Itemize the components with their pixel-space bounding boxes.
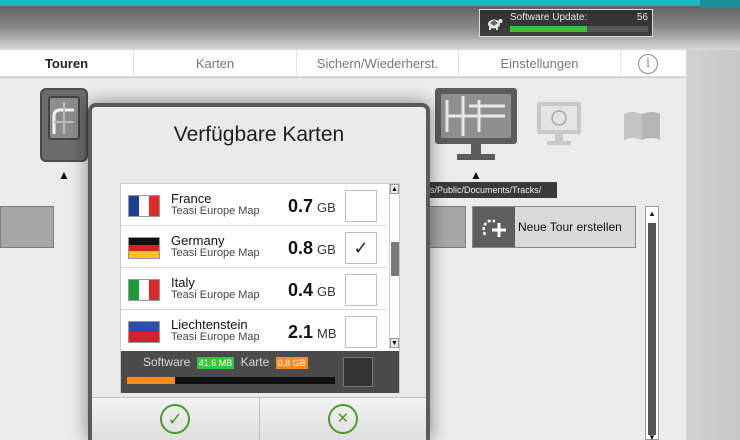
- map-list-scrollbar[interactable]: ▲ ▼: [389, 184, 399, 349]
- update-percent: 56: [636, 12, 648, 23]
- close-icon: ✕: [327, 404, 358, 434]
- info-icon: i: [638, 53, 658, 74]
- storage-indicator-box: [343, 357, 373, 387]
- map-list: France Teasi Europe Map 0.7 GB Germany T…: [120, 183, 400, 393]
- map-checkbox-germany[interactable]: ✓: [345, 232, 377, 264]
- map-size-unit: GB: [317, 242, 336, 257]
- available-maps-dialog: Verfügbare Karten France Teasi Europe Ma…: [88, 103, 430, 440]
- storage-usage-text: Software 41.6 MB Karte 0.8 GB: [143, 355, 311, 369]
- storage-usage-panel: Software 41.6 MB Karte 0.8 GB: [121, 351, 399, 393]
- map-checkbox-liechtenstein[interactable]: [345, 316, 377, 348]
- window-edge: [686, 50, 740, 440]
- map-subtitle: Teasi Europe Map: [171, 205, 260, 217]
- dialog-title: Verfügbare Karten: [173, 123, 345, 146]
- confirm-button[interactable]: ✓: [92, 398, 259, 440]
- storage-usage-bar: [127, 377, 335, 384]
- main-tabs: Touren Karten Sichern/Wiederherst. Einst…: [0, 50, 686, 77]
- map-size-unit: GB: [317, 284, 336, 299]
- accent-strip: [0, 0, 740, 6]
- map-size: 0.4: [288, 280, 314, 300]
- germany-flag-icon: [128, 237, 160, 259]
- selected-arrow-icon: ▲: [58, 168, 70, 182]
- scroll-up-icon[interactable]: ▲: [647, 209, 657, 219]
- map-size-badge: 0.8 GB: [275, 357, 308, 369]
- computer-monitor-icon[interactable]: [433, 86, 519, 166]
- tour-list-scrollbar[interactable]: ▲ ▼: [645, 206, 659, 440]
- tab-karten[interactable]: Karten: [134, 50, 297, 77]
- tab-einstellungen[interactable]: Einstellungen: [459, 50, 621, 77]
- liechtenstein-flag-icon: [128, 321, 160, 343]
- map-size: 0.8: [288, 238, 314, 258]
- map-list-scroll-thumb[interactable]: [391, 242, 399, 276]
- device-screen: [48, 96, 80, 140]
- map-subtitle: Teasi Europe Map: [171, 289, 260, 301]
- software-size-badge: 41.6 MB: [196, 357, 235, 369]
- map-label: Karte: [240, 355, 270, 369]
- window-header: Software Update: 56: [0, 0, 740, 50]
- map-subtitle: Teasi Europe Map: [171, 247, 260, 259]
- software-label: Software: [143, 355, 191, 369]
- scroll-up-icon[interactable]: ▲: [390, 184, 399, 194]
- checkmark-icon: ✓: [160, 404, 191, 434]
- manual-book-icon[interactable]: [622, 110, 662, 142]
- scrollbar-thumb[interactable]: [648, 223, 656, 435]
- scroll-down-icon[interactable]: ▼: [390, 338, 399, 348]
- map-name: Liechtenstein: [171, 317, 248, 332]
- new-tour-label: Neue Tour erstellen: [518, 220, 622, 234]
- new-tour-button[interactable]: Neue Tour erstellen: [472, 206, 636, 248]
- cancel-button[interactable]: ✕: [258, 398, 426, 440]
- path-field[interactable]: [426, 206, 466, 248]
- update-label: Software Update:: [510, 12, 588, 23]
- storage-usage-fill: [127, 377, 175, 384]
- map-size-unit: GB: [317, 200, 336, 215]
- tab-touren[interactable]: Touren: [0, 50, 134, 77]
- scroll-down-icon[interactable]: ▼: [647, 433, 657, 440]
- map-size-unit: MB: [317, 326, 337, 341]
- info-button[interactable]: i: [621, 50, 675, 77]
- map-row-germany[interactable]: Germany Teasi Europe Map 0.8 GB ✓: [121, 226, 387, 268]
- italy-flag-icon: [128, 279, 160, 301]
- navigation-device-icon[interactable]: [40, 88, 88, 162]
- tour-list-field[interactable]: [0, 206, 54, 248]
- map-row-italy[interactable]: Italy Teasi Europe Map 0.4 GB: [121, 268, 387, 310]
- map-subtitle: Teasi Europe Map: [171, 331, 260, 343]
- turtle-icon: [488, 19, 503, 30]
- tracks-path-label: s/Public/Documents/Tracks/: [427, 182, 557, 198]
- map-name: Germany: [171, 233, 225, 248]
- update-progress-bar: [510, 26, 648, 32]
- map-row-france[interactable]: France Teasi Europe Map 0.7 GB: [121, 184, 387, 226]
- selected-arrow-icon-2: ▲: [470, 168, 482, 182]
- route-map-icon: [52, 102, 74, 134]
- update-progress-fill: [510, 26, 588, 32]
- map-size: 2.1: [288, 322, 314, 342]
- corner-strip: [700, 0, 740, 8]
- map-size: 0.7: [288, 196, 314, 216]
- software-update-status: Software Update: 56: [479, 9, 653, 37]
- france-flag-icon: [128, 195, 160, 217]
- web-monitor-icon[interactable]: [535, 100, 583, 150]
- map-checkbox-france[interactable]: [345, 190, 377, 222]
- dialog-footer: ✓ ✕: [92, 397, 426, 440]
- tab-sichern-wiederherst[interactable]: Sichern/Wiederherst.: [297, 50, 459, 77]
- map-name: France: [171, 191, 212, 206]
- add-route-icon: [473, 207, 515, 247]
- map-name: Italy: [171, 275, 195, 290]
- map-row-liechtenstein[interactable]: Liechtenstein Teasi Europe Map 2.1 MB: [121, 310, 387, 352]
- map-checkbox-italy[interactable]: [345, 274, 377, 306]
